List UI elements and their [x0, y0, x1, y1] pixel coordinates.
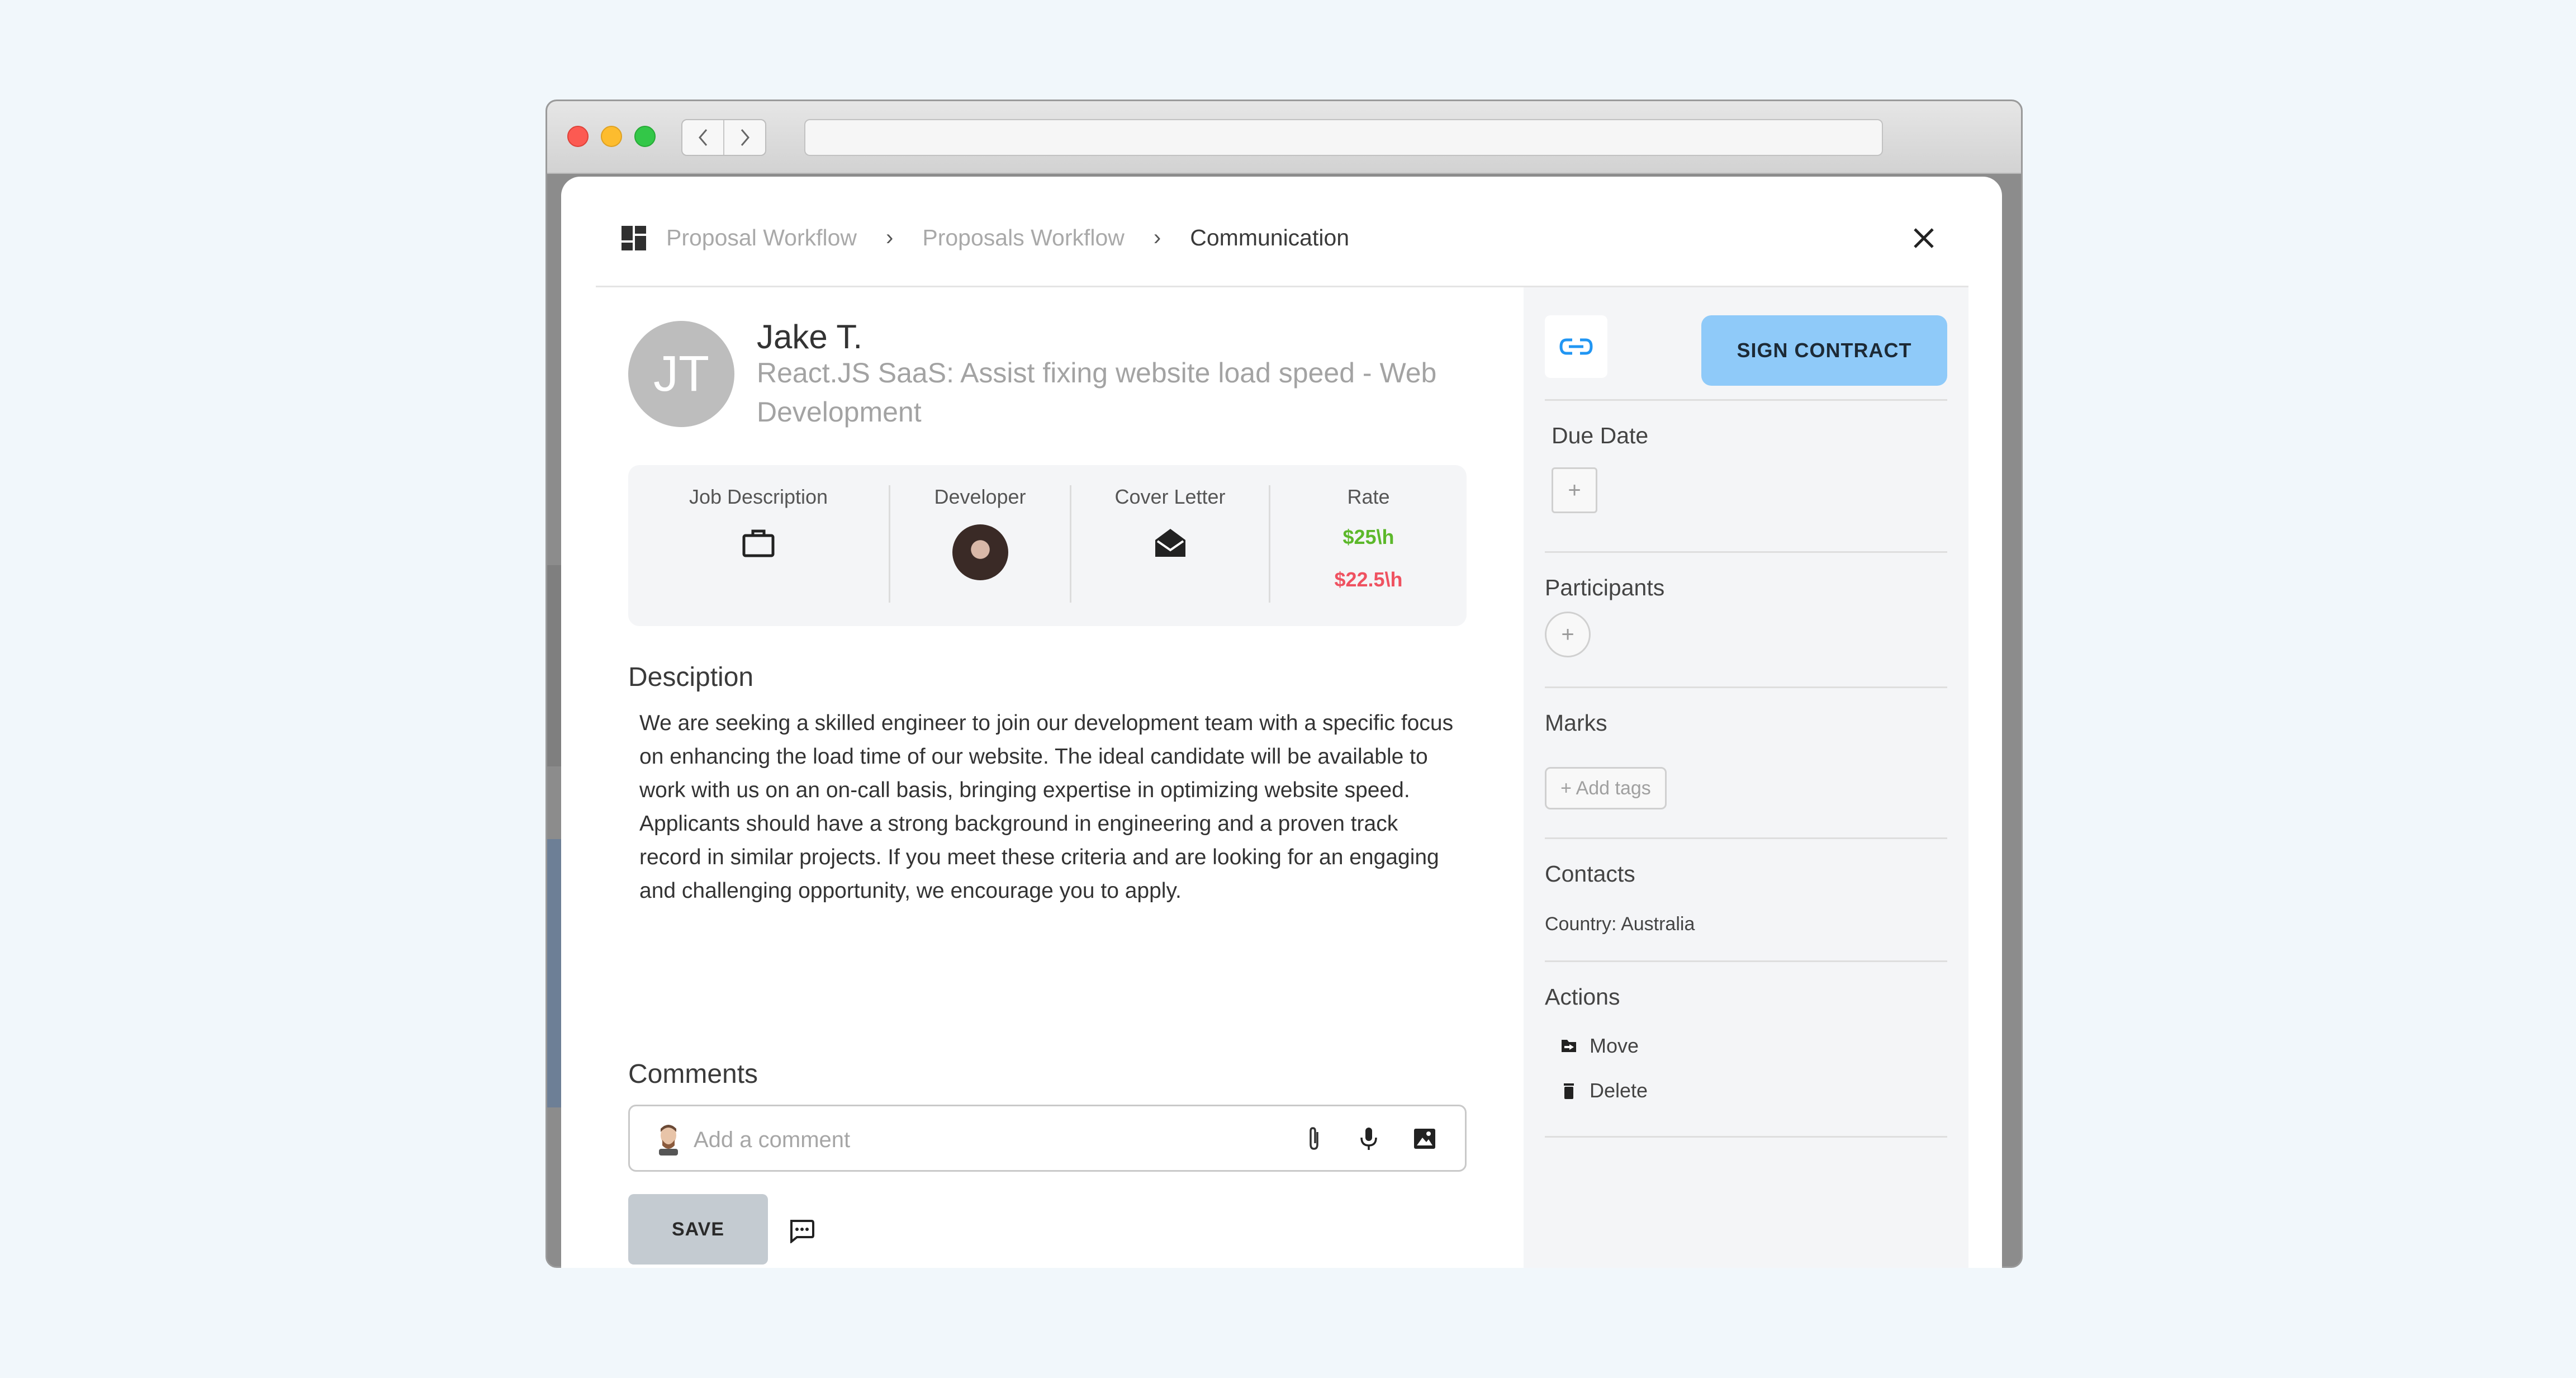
address-bar[interactable] [804, 119, 1883, 156]
chevron-left-icon [698, 129, 707, 146]
job-description-label: Job Description [689, 485, 828, 508]
candidate-name: Jake T. [757, 318, 862, 356]
divider [1545, 1136, 1947, 1138]
due-date-title: Due Date [1552, 423, 1649, 448]
paperclip-icon[interactable] [1301, 1125, 1327, 1152]
chevron-right-icon [741, 129, 749, 146]
developer-label: Developer [934, 485, 1026, 508]
rate-primary: $25\h [1342, 525, 1394, 548]
browser-titlebar [547, 101, 2021, 174]
breadcrumb: Proposal Workflow › Proposals Workflow ›… [622, 225, 1349, 251]
add-participant-button[interactable]: + [1545, 612, 1591, 657]
comment-icon[interactable] [788, 1219, 815, 1243]
delete-action[interactable]: Delete [1559, 1079, 1648, 1102]
actions-title: Actions [1545, 984, 1620, 1010]
back-button[interactable] [682, 120, 723, 155]
user-avatar-icon [659, 1125, 678, 1156]
modal-header: Proposal Workflow › Proposals Workflow ›… [596, 177, 1968, 287]
description-title: Desciption [628, 662, 754, 692]
rate-secondary: $22.5\h [1334, 568, 1403, 591]
divider [1545, 837, 1947, 839]
history-nav [681, 119, 766, 156]
add-tags-button[interactable]: + Add tags [1545, 767, 1667, 809]
proposal-sidebar: SIGN CONTRACT Due Date + Participants + … [1524, 287, 1968, 1268]
delete-label: Delete [1590, 1079, 1648, 1102]
breadcrumb-proposals-workflow[interactable]: Proposals Workflow [922, 225, 1125, 251]
trash-icon [1564, 1083, 1574, 1099]
envelope-open-icon[interactable] [1154, 528, 1187, 558]
proposal-details: JT Jake T. React.JS SaaS: Assist fixing … [617, 287, 1470, 1268]
rate-label: Rate [1347, 485, 1390, 508]
cover-letter-label: Cover Letter [1114, 485, 1226, 508]
country-text: Country: Australia [1545, 913, 1695, 935]
copy-link-button[interactable] [1545, 315, 1607, 378]
breadcrumb-current: Communication [1190, 225, 1350, 250]
minimize-window-button[interactable] [601, 126, 622, 147]
participants-title: Participants [1545, 575, 1665, 600]
maximize-window-button[interactable] [634, 126, 656, 147]
marks-title: Marks [1545, 710, 1607, 736]
proposal-info-card: Job Description Developer Cover Letter R… [628, 465, 1467, 626]
developer-column[interactable]: Developer [889, 485, 1070, 603]
rate-column: Rate $25\h $22.5\h [1269, 485, 1467, 603]
close-icon [1914, 228, 1934, 248]
briefcase-icon[interactable] [742, 528, 775, 558]
comment-placeholder: Add a comment [694, 1128, 851, 1152]
close-window-button[interactable] [567, 126, 589, 147]
save-button[interactable]: SAVE [628, 1194, 768, 1265]
image-icon[interactable] [1411, 1125, 1438, 1152]
add-due-date-button[interactable]: + [1552, 467, 1597, 513]
contacts-title: Contacts [1545, 861, 1635, 887]
breadcrumb-separator: › [1153, 225, 1161, 250]
proposal-modal: Proposal Workflow › Proposals Workflow ›… [561, 177, 2002, 1268]
developer-avatar[interactable] [952, 524, 1008, 580]
forward-button[interactable] [723, 120, 765, 155]
job-description-column[interactable]: Job Description [628, 485, 889, 603]
divider [1545, 399, 1947, 401]
divider [1545, 551, 1947, 553]
breadcrumb-proposal-workflow[interactable]: Proposal Workflow [666, 225, 857, 251]
move-action[interactable]: Move [1559, 1034, 1639, 1058]
sign-contract-button[interactable]: SIGN CONTRACT [1701, 315, 1947, 386]
comment-input[interactable]: Add a comment [628, 1105, 1467, 1172]
move-icon [1562, 1040, 1576, 1052]
avatar: JT [628, 321, 734, 427]
job-title: React.JS SaaS: Assist fixing website loa… [757, 357, 1437, 428]
comments-title: Comments [628, 1059, 758, 1089]
move-label: Move [1590, 1034, 1639, 1057]
cover-letter-column[interactable]: Cover Letter [1070, 485, 1269, 603]
link-icon [1559, 338, 1593, 355]
dashboard-icon [622, 225, 646, 250]
breadcrumb-separator: › [886, 225, 894, 250]
microphone-icon[interactable] [1355, 1125, 1382, 1152]
description-text: We are seeking a skilled engineer to joi… [639, 711, 1454, 903]
close-modal-button[interactable] [1907, 221, 1941, 255]
divider [1545, 960, 1947, 962]
divider [1545, 686, 1947, 688]
